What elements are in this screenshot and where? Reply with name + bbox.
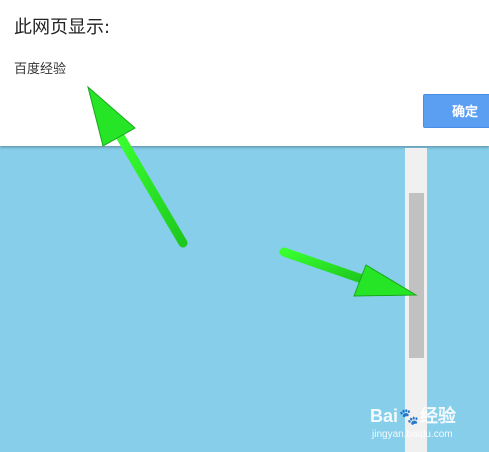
watermark-brand-suffix: 经验	[419, 406, 456, 426]
watermark-brand: Bai🐾经验	[370, 402, 456, 428]
alert-dialog: 此网页显示: 百度经验 确定	[0, 0, 489, 146]
ok-button[interactable]: 确定	[423, 94, 489, 128]
dialog-title: 此网页显示:	[14, 17, 111, 38]
scrollbar-thumb[interactable]	[409, 193, 424, 358]
page-background: 此网页显示: 百度经验 确定 Bai🐾经验 jingyan.baidu.com	[0, 0, 489, 452]
paw-icon: 🐾	[399, 409, 419, 426]
baidu-jingyan-watermark: Bai🐾经验 jingyan.baidu.com	[370, 402, 486, 448]
dialog-message: 百度经验	[14, 62, 67, 77]
green-arrow-icon	[279, 247, 418, 297]
watermark-brand-prefix: Bai	[370, 406, 399, 426]
watermark-url: jingyan.baidu.com	[372, 429, 453, 440]
